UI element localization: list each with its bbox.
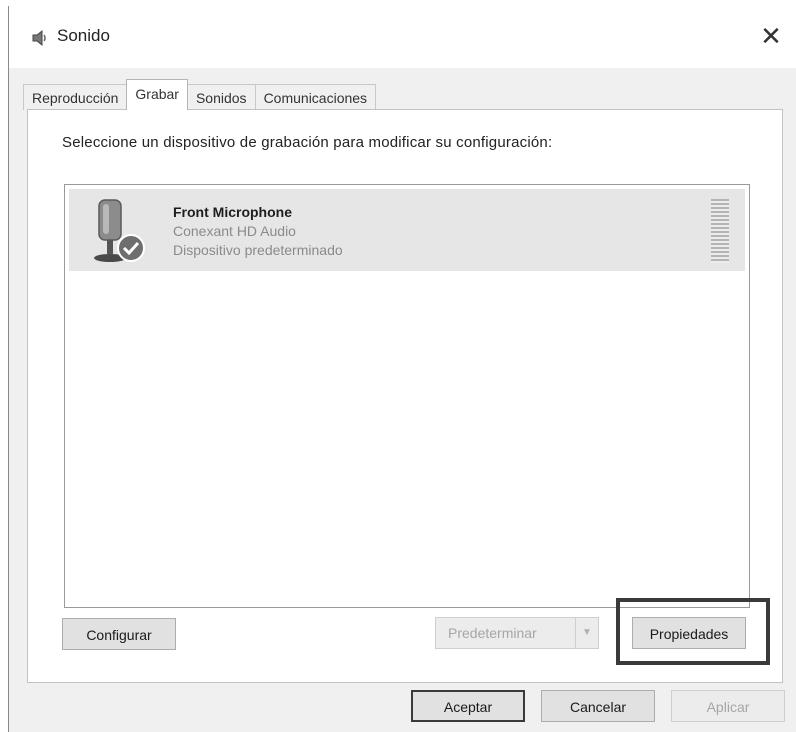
close-button[interactable]: ✕ xyxy=(753,18,789,54)
set-default-label: Predeterminar xyxy=(448,625,537,641)
instruction-text: Seleccione un dispositivo de grabación p… xyxy=(62,134,553,151)
title-bar: Sonido ✕ xyxy=(9,6,796,68)
microphone-icon xyxy=(94,199,145,262)
recording-panel: Seleccione un dispositivo de grabación p… xyxy=(27,109,783,683)
device-driver: Conexant HD Audio xyxy=(173,223,296,239)
window-title: Sonido xyxy=(57,26,110,45)
apply-button[interactable]: Aplicar xyxy=(671,690,785,722)
chevron-down-icon[interactable]: ▼ xyxy=(575,618,598,648)
tab-strip: Reproducción Grabar Sonidos Comunicacion… xyxy=(23,79,377,110)
device-name: Front Microphone xyxy=(173,204,292,220)
sound-dialog: Sonido ✕ Reproducción Grabar Sonidos Com… xyxy=(8,6,796,732)
configure-button[interactable]: Configurar xyxy=(62,618,176,650)
level-meter xyxy=(711,199,729,263)
accept-button[interactable]: Aceptar xyxy=(411,690,525,722)
highlight-frame xyxy=(616,598,770,665)
tab-sounds[interactable]: Sonidos xyxy=(186,84,256,110)
set-default-button[interactable]: Predeterminar ▼ xyxy=(435,617,599,649)
tab-communications[interactable]: Comunicaciones xyxy=(254,84,377,110)
speaker-icon xyxy=(32,29,46,47)
device-list[interactable]: Front Microphone Conexant HD Audio Dispo… xyxy=(64,184,750,608)
tab-recording[interactable]: Grabar xyxy=(126,79,188,110)
check-icon xyxy=(117,234,145,262)
device-status: Dispositivo predeterminado xyxy=(173,242,343,258)
tab-playback[interactable]: Reproducción xyxy=(23,84,128,110)
device-item-front-microphone[interactable]: Front Microphone Conexant HD Audio Dispo… xyxy=(69,189,745,271)
cancel-button[interactable]: Cancelar xyxy=(541,690,655,722)
dialog-body: Reproducción Grabar Sonidos Comunicacion… xyxy=(9,68,796,732)
